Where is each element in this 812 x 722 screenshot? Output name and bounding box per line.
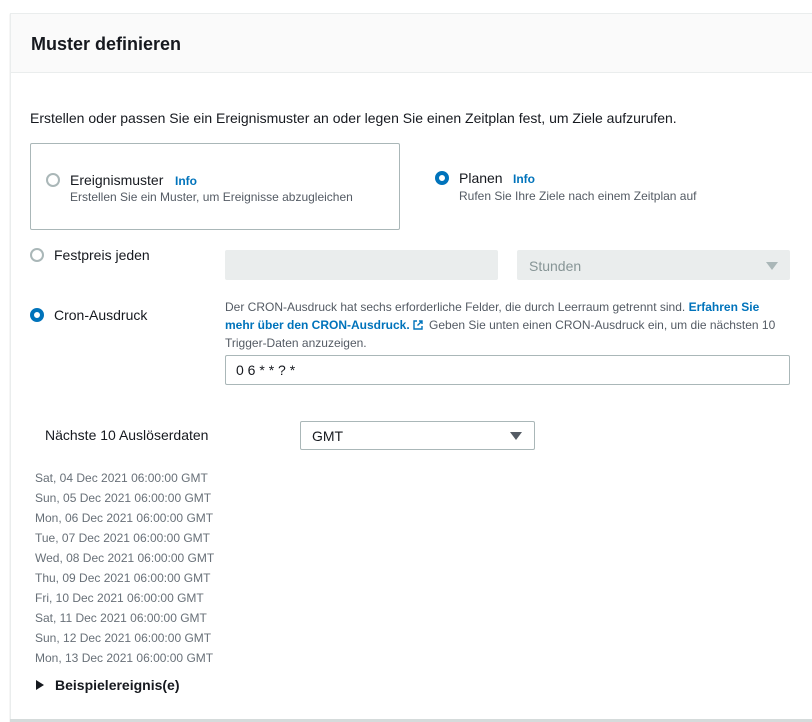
- timezone-value: GMT: [312, 428, 344, 444]
- event-pattern-tile[interactable]: Ereignismuster Info Erstellen Sie ein Mu…: [30, 143, 400, 230]
- list-item: Sun, 12 Dec 2021 06:00:00 GMT: [35, 631, 212, 645]
- schedule-radio[interactable]: [435, 171, 449, 185]
- panel-header: Muster definieren: [11, 14, 812, 73]
- list-item: Sun, 05 Dec 2021 06:00:00 GMT: [35, 491, 212, 505]
- fixed-rate-label: Festpreis jeden: [54, 247, 150, 263]
- event-pattern-radio[interactable]: [46, 173, 60, 187]
- list-item: Wed, 08 Dec 2021 06:00:00 GMT: [35, 551, 215, 565]
- fixed-rate-value-input: [225, 250, 498, 280]
- panel-title: Muster definieren: [31, 34, 182, 54]
- list-item: Mon, 06 Dec 2021 06:00:00 GMT: [35, 511, 214, 525]
- fixed-rate-unit-select: Stunden: [517, 250, 790, 280]
- list-item: Fri, 10 Dec 2021 06:00:00 GMT: [35, 591, 204, 605]
- schedule-label: Planen: [459, 170, 503, 186]
- next-trigger-dates-label: Nächste 10 Auslöserdaten: [45, 427, 209, 443]
- external-link-icon: [413, 320, 423, 330]
- schedule-info-link[interactable]: Info: [513, 172, 535, 186]
- schedule-description: Rufen Sie Ihre Ziele nach einem Zeitplan…: [459, 189, 697, 203]
- list-item: Thu, 09 Dec 2021 06:00:00 GMT: [35, 571, 211, 585]
- list-item: Mon, 13 Dec 2021 06:00:00 GMT: [35, 651, 214, 665]
- trigger-dates-list: Sat, 04 Dec 2021 06:00:00 GMT Sun, 05 De…: [35, 469, 214, 669]
- event-pattern-description: Erstellen Sie ein Muster, um Ereignisse …: [70, 190, 353, 204]
- list-item: Tue, 07 Dec 2021 06:00:00 GMT: [35, 531, 210, 545]
- cron-expression-value: 0 6 * * ? *: [236, 362, 296, 378]
- caret-right-icon: [36, 680, 44, 690]
- panel-description: Erstellen oder passen Sie ein Ereignismu…: [30, 110, 677, 126]
- cron-help-prefix: Der CRON-Ausdruck hat sechs erforderlich…: [225, 300, 686, 314]
- list-item: Sat, 04 Dec 2021 06:00:00 GMT: [35, 471, 208, 485]
- fixed-rate-unit-value: Stunden: [529, 258, 582, 274]
- list-item: Sat, 11 Dec 2021 06:00:00 GMT: [35, 611, 207, 625]
- event-pattern-label: Ereignismuster: [70, 172, 164, 188]
- cron-expression-input[interactable]: 0 6 * * ? *: [225, 355, 790, 385]
- cron-radio[interactable]: [30, 308, 44, 322]
- cron-label: Cron-Ausdruck: [54, 307, 148, 323]
- fixed-rate-radio[interactable]: [30, 248, 44, 262]
- event-pattern-info-link[interactable]: Info: [175, 174, 197, 188]
- sample-events-label: Beispielereignis(e): [55, 677, 180, 693]
- cron-help-text: Der CRON-Ausdruck hat sechs erforderlich…: [225, 298, 777, 352]
- chevron-down-icon: [766, 262, 778, 270]
- chevron-down-icon: [510, 432, 522, 440]
- timezone-select[interactable]: GMT: [300, 421, 535, 450]
